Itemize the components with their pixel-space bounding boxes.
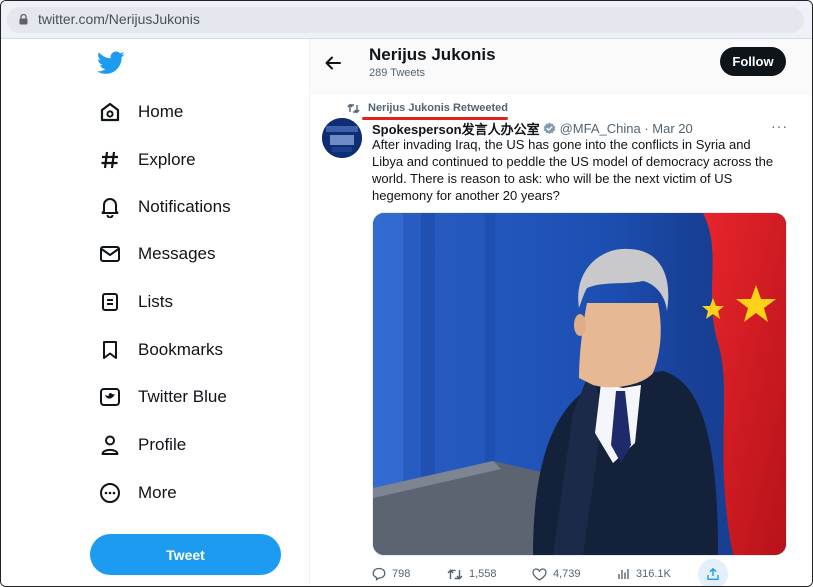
- reply-icon: [372, 567, 386, 581]
- sidebar-item-label: More: [138, 483, 177, 502]
- list-icon: [97, 289, 123, 315]
- main-column: Nerijus Jukonis 289 Tweets Follow Neriju…: [310, 39, 812, 586]
- retweet-count: 1,558: [469, 568, 497, 580]
- home-icon: [97, 99, 123, 125]
- sidebar-item-notifications[interactable]: Notifications: [97, 192, 231, 222]
- sidebar-item-messages[interactable]: Messages: [97, 239, 215, 269]
- tweet-actions: 798 1,558 4,739 316.1K: [372, 559, 792, 586]
- envelope-icon: [97, 241, 123, 267]
- retweet-small-icon: [347, 103, 360, 113]
- follow-button[interactable]: Follow: [720, 47, 786, 76]
- share-icon: [707, 567, 719, 580]
- sidebar-item-label: Bookmarks: [138, 340, 224, 359]
- sidebar-item-bookmarks[interactable]: Bookmarks: [97, 335, 223, 365]
- tweet-count: 289 Tweets: [369, 67, 426, 79]
- reply-button[interactable]: 798: [372, 565, 410, 583]
- retweet-button[interactable]: 1,558: [447, 565, 497, 583]
- views-chart-icon: [618, 569, 629, 579]
- more-circle-icon: [97, 480, 123, 506]
- views-button[interactable]: 316.1K: [617, 565, 671, 583]
- tweet-media-photo[interactable]: [372, 212, 787, 556]
- verified-badge-icon: [543, 122, 555, 135]
- tweet-text: After invading Iraq, the US has gone int…: [372, 137, 774, 203]
- like-button[interactable]: 4,739: [532, 565, 581, 583]
- sidebar-item-label: Home: [138, 102, 184, 121]
- bookmark-icon: [97, 337, 123, 363]
- tweet-more-button[interactable]: ···: [771, 118, 788, 134]
- retweet-icon: [447, 568, 463, 580]
- browser-window: twitter.com/NerijusJukonis Home Explore …: [0, 0, 813, 587]
- avatar[interactable]: [322, 118, 362, 158]
- sidebar-item-more[interactable]: More: [97, 478, 177, 508]
- profile-name: Nerijus Jukonis: [369, 45, 496, 64]
- hashtag-icon: [97, 147, 123, 173]
- lock-icon: [19, 14, 28, 25]
- url-text[interactable]: twitter.com/NerijusJukonis: [38, 11, 200, 27]
- sidebar-item-home[interactable]: Home: [97, 97, 183, 127]
- sidebar-item-label: Explore: [138, 150, 196, 169]
- sidebar-item-twitter-blue[interactable]: Twitter Blue: [97, 382, 227, 412]
- like-count: 4,739: [553, 568, 581, 580]
- sidebar-item-label: Messages: [138, 244, 216, 263]
- reply-count: 798: [392, 568, 411, 580]
- author-handle-date[interactable]: @MFA_China · Mar 20: [560, 121, 693, 136]
- sidebar-item-label: Notifications: [138, 197, 231, 216]
- heart-icon: [532, 567, 547, 581]
- address-bar: twitter.com/NerijusJukonis: [1, 1, 812, 39]
- sidebar-item-label: Lists: [138, 292, 173, 311]
- photo-image: [373, 213, 786, 555]
- sidebar-item-explore[interactable]: Explore: [97, 145, 196, 175]
- person-icon: [97, 432, 123, 458]
- bell-icon: [97, 194, 123, 220]
- sidebar-item-label: Twitter Blue: [138, 387, 227, 406]
- retweet-context[interactable]: Nerijus Jukonis Retweeted: [347, 101, 508, 115]
- retweeted-by-label: Nerijus Jukonis Retweeted: [368, 102, 508, 114]
- twitter-logo-icon[interactable]: [97, 51, 125, 75]
- views-count: 316.1K: [636, 568, 671, 580]
- back-arrow-icon[interactable]: [323, 53, 343, 73]
- sidebar-item-profile[interactable]: Profile: [97, 430, 186, 460]
- share-button[interactable]: [698, 559, 728, 586]
- twitter-blue-icon: [97, 384, 123, 410]
- tweet-button[interactable]: Tweet: [90, 534, 281, 575]
- sidebar-item-lists[interactable]: Lists: [97, 287, 173, 317]
- sidebar-item-label: Profile: [138, 435, 187, 454]
